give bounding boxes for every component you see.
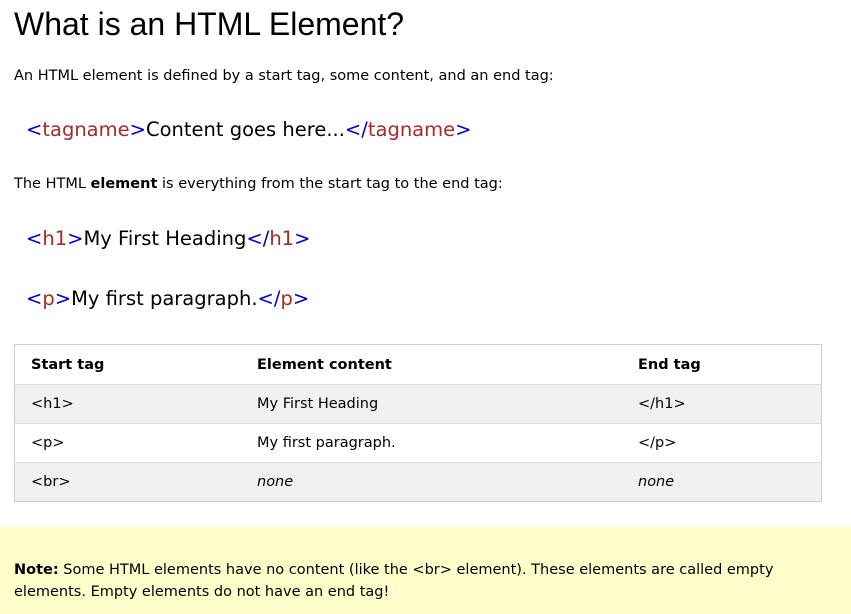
example-content: My first paragraph. (71, 287, 258, 310)
note-body: Some HTML elements have no content (like… (14, 562, 774, 600)
open-bracket-close: > (67, 227, 84, 250)
open-bracket-close: > (129, 118, 146, 141)
cell-end-tag: none (622, 462, 822, 502)
table-row: <br> none none (14, 462, 822, 502)
note-text: Note: Some HTML elements have no content… (14, 559, 834, 603)
description-text: The HTML element is everything from the … (14, 174, 503, 194)
intro-text: An HTML element is defined by a start ta… (14, 68, 554, 84)
cell-start-tag: <p> (14, 423, 241, 463)
open-bracket-close: > (54, 287, 72, 310)
close-bracket-close: > (294, 227, 311, 250)
table-row: <h1> My First Heading </h1> (14, 384, 822, 424)
close-tag-name: tagname (367, 118, 456, 141)
close-bracket: </ (257, 287, 281, 310)
header-element-content: Element content (257, 356, 392, 373)
open-tag-name: tagname (42, 118, 130, 141)
note-label: Note: (14, 562, 59, 578)
close-bracket-close: > (292, 287, 310, 310)
page-title: What is an HTML Element? (14, 6, 405, 42)
cell-end-tag: </p> (622, 423, 822, 463)
close-bracket: </ (344, 118, 368, 141)
cell-element-content: My first paragraph. (241, 423, 622, 463)
example-content: Content goes here... (145, 118, 345, 141)
open-bracket: < (26, 118, 43, 141)
open-tag-name: p (42, 287, 55, 310)
example-p: <p>My first paragraph.</p> (26, 286, 309, 312)
cell-start-tag: <br> (14, 462, 241, 502)
open-tag-name: h1 (42, 227, 68, 250)
close-tag-name: p (280, 287, 293, 310)
table-row: <p> My first paragraph. </p> (14, 423, 822, 463)
example-content: My First Heading (83, 227, 247, 250)
syntax-example: <tagname>Content goes here...</tagname> (26, 117, 471, 143)
cell-end-tag: </h1> (622, 384, 822, 424)
note-box: Note: Some HTML elements have no content… (0, 527, 851, 614)
close-tag-name: h1 (269, 227, 295, 250)
cell-start-tag: <h1> (14, 384, 241, 424)
element-table: Start tag Element content End tag <h1> M… (14, 344, 822, 502)
open-bracket: < (26, 287, 43, 310)
open-bracket: < (26, 227, 43, 250)
description-after: is everything from the start tag to the … (157, 176, 503, 192)
header-end-tag: End tag (638, 356, 701, 373)
description-before: The HTML (14, 176, 91, 192)
header-start-tag: Start tag (31, 356, 105, 373)
description-bold: element (90, 176, 158, 192)
table-header-row: Start tag Element content End tag (15, 345, 822, 385)
close-bracket-close: > (455, 118, 472, 141)
cell-element-content: My First Heading (241, 384, 622, 424)
close-bracket: </ (246, 227, 270, 250)
example-h1: <h1>My First Heading</h1> (26, 226, 310, 252)
cell-element-content: none (241, 462, 622, 502)
